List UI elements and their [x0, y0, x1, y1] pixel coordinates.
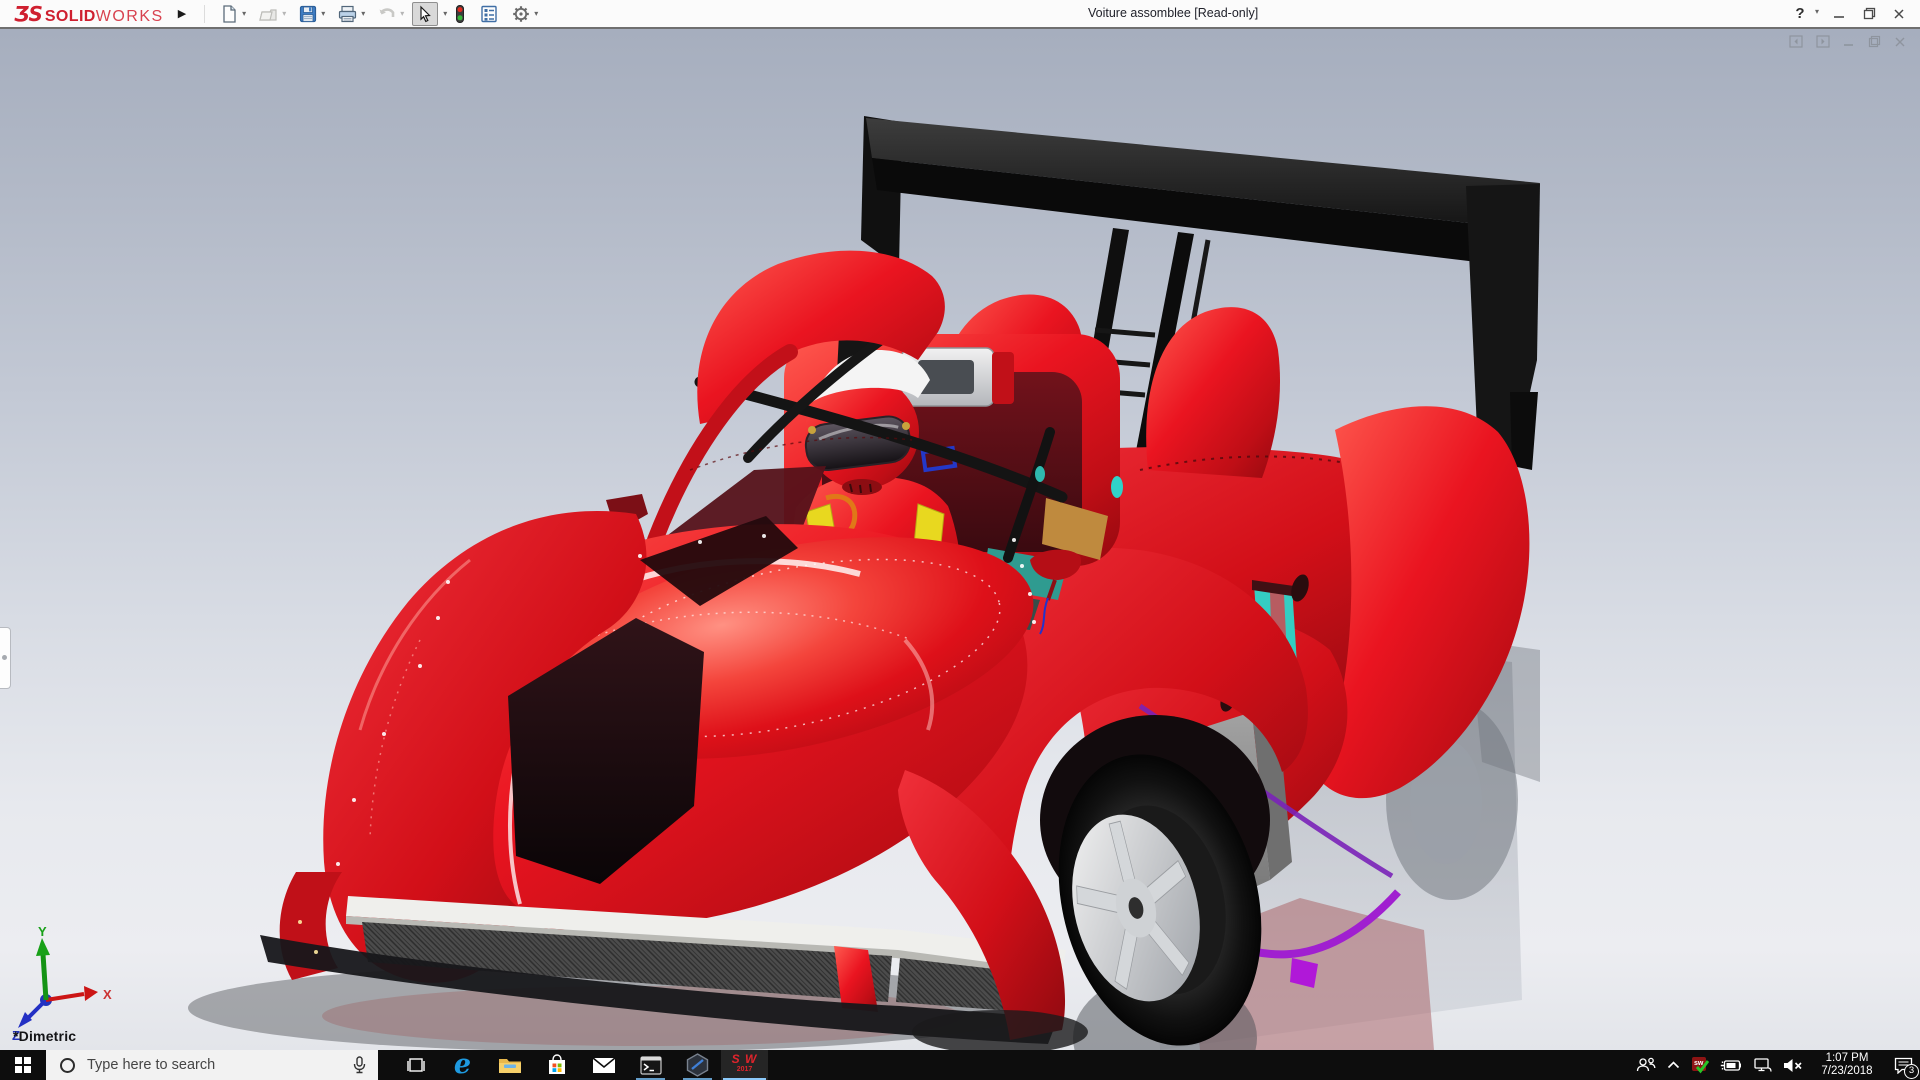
toolbar-divider: [204, 4, 206, 23]
title-bar: ƷS SOLID WORKS ▶ ▾ ▾ ▾ ▾ ▾ ▾ ▾ Voiture a…: [0, 0, 1920, 27]
view-orientation-label: *Dimetric: [13, 1028, 77, 1044]
svg-text:sw: sw: [1694, 1060, 1704, 1067]
doc-minimize-button[interactable]: [1843, 36, 1855, 48]
document-window-controls: [1789, 35, 1906, 48]
solidworks-logo: ƷS SOLID WORKS: [14, 2, 164, 26]
solidworks-window: ƷS SOLID WORKS ▶ ▾ ▾ ▾ ▾ ▾ ▾ ▾ Voiture a…: [0, 0, 1920, 1080]
close-button[interactable]: [1884, 0, 1914, 27]
people-icon[interactable]: [1636, 1057, 1656, 1073]
volume-muted-icon[interactable]: [1783, 1058, 1803, 1073]
menu-flyout-arrow-icon[interactable]: ▶: [178, 7, 186, 20]
new-document-icon: [223, 4, 236, 23]
action-center-button[interactable]: 3: [1891, 1053, 1919, 1079]
file-properties-icon: [481, 5, 497, 22]
print-icon: [339, 5, 357, 22]
gear-icon: [513, 5, 530, 22]
window-title: Voiture assomblee [Read-only]: [1088, 6, 1259, 20]
network-icon[interactable]: [1753, 1057, 1772, 1073]
windows-taskbar: Type here to search e S W 2017 sw 1:07 P…: [0, 1050, 1920, 1080]
edge-icon: e: [453, 1049, 472, 1080]
tray-chevron-up-icon[interactable]: [1667, 1061, 1680, 1069]
solidworks-logo-light: WORKS: [95, 7, 164, 25]
battery-icon[interactable]: [1720, 1059, 1742, 1072]
save-button[interactable]: ▾: [294, 1, 329, 27]
notification-badge: 3: [1904, 1064, 1919, 1079]
print-dropdown[interactable]: ▾: [361, 9, 365, 18]
open-icon: [259, 8, 277, 21]
command-prompt-button[interactable]: [627, 1050, 674, 1080]
open-button[interactable]: ▾: [254, 1, 290, 27]
feature-manager-collapsed-tab[interactable]: [0, 627, 11, 689]
undo-button[interactable]: ▾: [373, 1, 408, 27]
triad-y-label: Y: [38, 924, 47, 939]
mail-button[interactable]: [580, 1050, 627, 1080]
taskbar-clock[interactable]: 1:07 PM 7/23/2018: [1814, 1052, 1880, 1078]
restore-button[interactable]: [1854, 0, 1884, 27]
hexagon-app-icon: [686, 1053, 709, 1077]
solidworks-monitor-tray-icon[interactable]: sw: [1691, 1056, 1709, 1074]
store-icon: [548, 1054, 565, 1074]
window-controls: ? ▾: [1790, 0, 1914, 27]
select-cursor-icon: [420, 5, 432, 22]
clock-time: 1:07 PM: [1825, 1052, 1869, 1064]
solidworks-logo-bold: SOLID: [44, 7, 96, 25]
hexagon-app-button[interactable]: [674, 1050, 721, 1080]
print-button[interactable]: ▾: [333, 1, 369, 27]
new-document-dropdown[interactable]: ▾: [242, 9, 246, 18]
task-view-button[interactable]: [392, 1050, 439, 1080]
open-dropdown[interactable]: ▾: [282, 9, 286, 18]
windows-logo-icon: [15, 1057, 31, 1073]
save-icon: [300, 5, 317, 22]
taskbar-search-input[interactable]: Type here to search: [46, 1050, 378, 1080]
start-button[interactable]: [0, 1050, 46, 1080]
solidworks-logo-mark: ƷS: [14, 1, 43, 26]
traffic-light-icon: [456, 4, 465, 23]
file-explorer-icon: [498, 1059, 521, 1073]
panel-grip-dot: [2, 655, 7, 660]
select-dropdown[interactable]: ▾: [443, 9, 447, 18]
microphone-icon[interactable]: [353, 1056, 366, 1074]
mail-icon: [591, 1056, 616, 1073]
save-dropdown[interactable]: ▾: [321, 9, 325, 18]
file-properties-button[interactable]: [475, 1, 503, 27]
select-tool-button[interactable]: [412, 1, 439, 26]
new-document-button[interactable]: ▾: [215, 1, 250, 27]
task-view-icon: [406, 1058, 425, 1072]
solidworks-2017-button[interactable]: S W 2017: [721, 1050, 768, 1080]
triad-x-label: X: [103, 987, 112, 1002]
command-prompt-icon: [639, 1055, 662, 1075]
orientation-triad: Y X Z: [12, 924, 112, 1043]
options-dropdown[interactable]: ▾: [534, 9, 538, 18]
doc-close-button[interactable]: [1894, 36, 1906, 48]
undo-icon: [379, 7, 395, 17]
search-placeholder: Type here to search: [87, 1057, 216, 1073]
doc-restore-button[interactable]: [1868, 35, 1881, 48]
minimize-button[interactable]: [1824, 0, 1854, 27]
3d-model-scene[interactable]: Y X Z: [0, 29, 1920, 1050]
store-button[interactable]: [533, 1050, 580, 1080]
cyan-detail: [1111, 476, 1123, 498]
graphics-viewport[interactable]: Y X Z *Dimetric: [0, 27, 1920, 1050]
cortana-icon: [60, 1057, 75, 1073]
file-explorer-button[interactable]: [486, 1050, 533, 1080]
solidworks-app-icon: S W 2017: [731, 1052, 758, 1074]
system-tray: sw 1:07 PM 7/23/2018 3: [1636, 1050, 1920, 1080]
options-button[interactable]: ▾: [507, 1, 542, 27]
next-window-button[interactable]: [1816, 35, 1830, 48]
taskbar-apps: e S W 2017: [392, 1050, 768, 1080]
previous-window-button[interactable]: [1789, 35, 1803, 48]
undo-dropdown[interactable]: ▾: [400, 9, 404, 18]
help-button[interactable]: ?: [1790, 0, 1810, 27]
clock-date: 7/23/2018: [1821, 1065, 1873, 1077]
help-dropdown[interactable]: ▾: [1810, 0, 1824, 25]
edge-button[interactable]: e: [439, 1050, 486, 1080]
rebuild-button[interactable]: [449, 1, 471, 27]
